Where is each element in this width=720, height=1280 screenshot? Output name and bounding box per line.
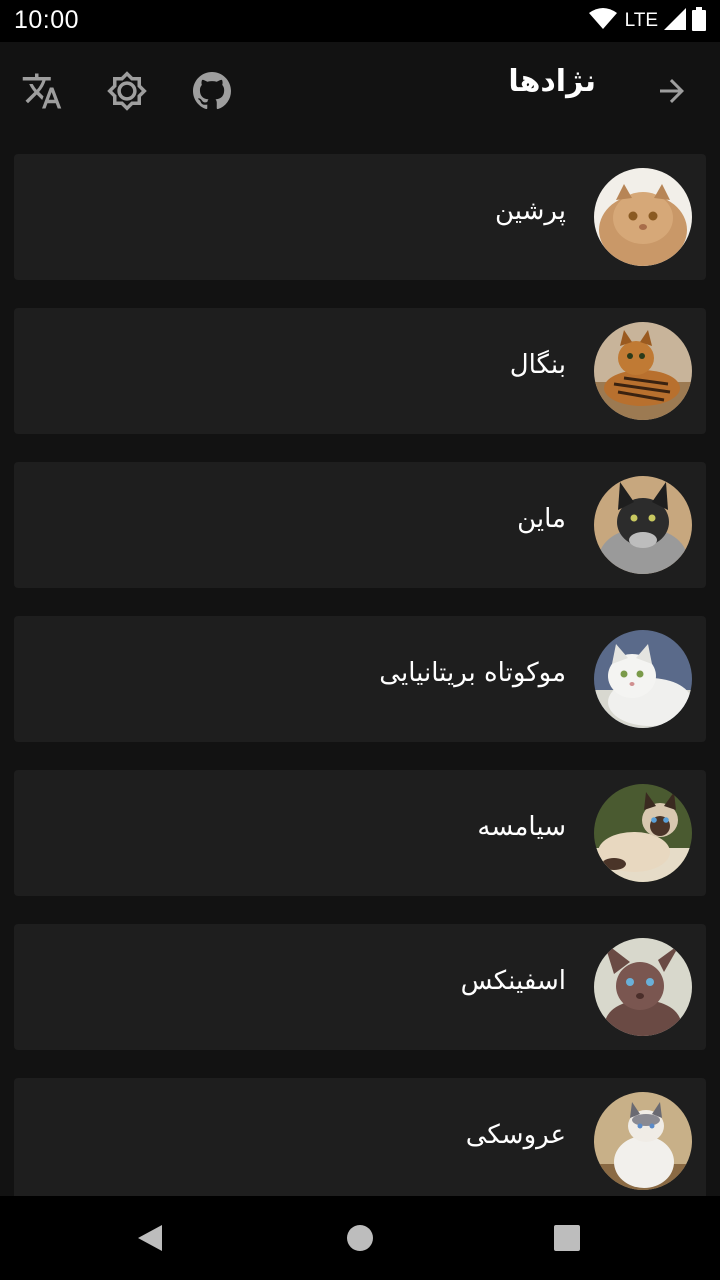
breed-list: پرشین بنگال ماین موکوتاه بریتانیایی سیام…: [14, 154, 706, 1232]
breed-name: سیامسه: [477, 812, 566, 842]
signal-icon: [664, 8, 686, 34]
breed-avatar: [594, 322, 692, 420]
status-bar: 10:00 LTE: [0, 0, 720, 42]
page-title: نژادها: [508, 64, 596, 99]
breed-name: بنگال: [509, 350, 566, 380]
breed-name: موکوتاه بریتانیایی: [379, 658, 566, 688]
github-icon[interactable]: [188, 67, 236, 115]
breed-name: اسفینکس: [460, 966, 566, 996]
status-icons: LTE: [588, 7, 706, 35]
battery-icon: [692, 7, 706, 35]
back-triangle-icon[interactable]: [128, 1216, 172, 1260]
breed-card-ragdoll[interactable]: عروسکی: [14, 1078, 706, 1204]
app-bar: نژادها: [0, 42, 720, 140]
breed-avatar: [594, 476, 692, 574]
network-type: LTE: [624, 10, 658, 31]
breed-name: عروسکی: [465, 1120, 566, 1150]
breed-name: ماین: [517, 504, 566, 534]
breed-card-maine[interactable]: ماین: [14, 462, 706, 588]
breed-name: پرشین: [494, 196, 566, 226]
breed-card-british-shorthair[interactable]: موکوتاه بریتانیایی: [14, 616, 706, 742]
breed-card-persian[interactable]: پرشین: [14, 154, 706, 280]
breed-avatar: [594, 630, 692, 728]
status-time: 10:00: [14, 6, 80, 34]
home-circle-icon[interactable]: [338, 1216, 382, 1260]
brightness-icon[interactable]: [103, 67, 151, 115]
arrow-forward-icon[interactable]: [648, 67, 696, 115]
breed-avatar: [594, 784, 692, 882]
breed-card-bengal[interactable]: بنگال: [14, 308, 706, 434]
navigation-bar: [0, 1196, 720, 1280]
translate-icon[interactable]: [18, 67, 66, 115]
breed-avatar: [594, 1092, 692, 1190]
breed-avatar: [594, 168, 692, 266]
recents-square-icon[interactable]: [545, 1216, 589, 1260]
breed-avatar: [594, 938, 692, 1036]
breed-card-siamese[interactable]: سیامسه: [14, 770, 706, 896]
wifi-icon: [588, 8, 617, 34]
breed-card-sphynx[interactable]: اسفینکس: [14, 924, 706, 1050]
